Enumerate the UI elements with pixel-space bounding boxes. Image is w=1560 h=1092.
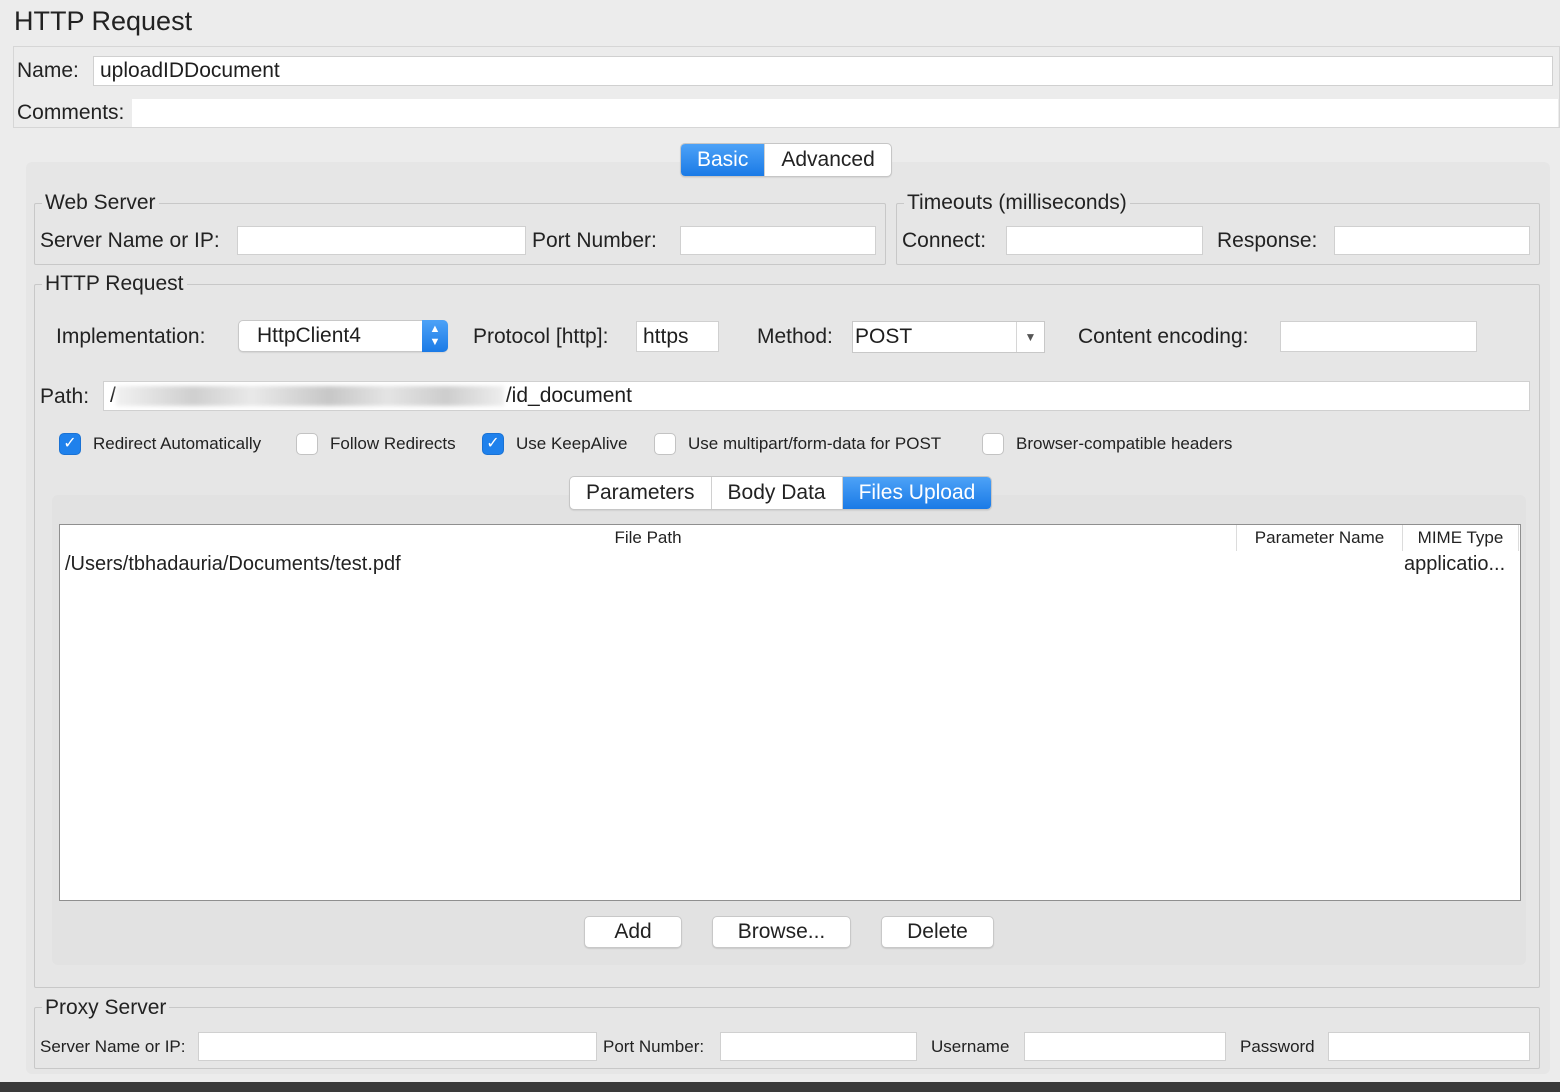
sub-tab-bar: Parameters Body Data Files Upload (569, 476, 993, 510)
use-keepalive-checkbox[interactable]: ✓ Use KeepAlive (482, 433, 628, 455)
timeouts-legend: Timeouts (milliseconds) (904, 191, 1130, 215)
checkbox-empty-icon (654, 433, 676, 455)
redirect-automatically-checkbox[interactable]: ✓ Redirect Automatically (59, 433, 261, 455)
tab-basic[interactable]: Basic (681, 144, 766, 176)
proxy-username-input[interactable] (1024, 1032, 1226, 1061)
checkbox-empty-icon (982, 433, 1004, 455)
table-cell-mime-type[interactable]: applicatio... (1404, 553, 1505, 576)
response-label: Response: (1217, 229, 1318, 252)
delete-button[interactable]: Delete (881, 916, 994, 948)
name-label: Name: (17, 59, 79, 82)
server-name-input[interactable] (237, 226, 526, 255)
http-request-legend: HTTP Request (42, 272, 187, 296)
path-value: /id_document (505, 384, 632, 407)
web-server-legend: Web Server (42, 191, 159, 215)
implementation-label: Implementation: (56, 325, 206, 348)
up-down-arrows-icon: ▲ ▼ (422, 320, 448, 352)
files-table[interactable]: File Path Parameter Name MIME Type /User… (59, 524, 1521, 901)
comments-field[interactable] (132, 99, 1558, 127)
port-number-input[interactable] (680, 226, 876, 255)
port-number-label: Port Number: (532, 229, 657, 252)
protocol-input[interactable]: https (636, 321, 719, 352)
method-select[interactable]: POST ▼ (852, 321, 1045, 353)
follow-redirects-checkbox[interactable]: Follow Redirects (296, 433, 456, 455)
method-value: POST (855, 325, 913, 348)
content-encoding-label: Content encoding: (1078, 325, 1249, 348)
column-header-mime-type[interactable]: MIME Type (1403, 525, 1519, 551)
column-header-parameter-name[interactable]: Parameter Name (1237, 525, 1403, 551)
comments-label: Comments: (17, 101, 125, 124)
dropdown-arrow-icon: ▼ (1016, 322, 1044, 352)
top-tab-bar: Basic Advanced (680, 143, 892, 177)
proxy-password-label: Password (1240, 1037, 1315, 1056)
implementation-combo[interactable]: HttpClient4 ▲ ▼ (238, 320, 448, 352)
browse-button[interactable]: Browse... (712, 916, 851, 948)
tab-files-upload[interactable]: Files Upload (842, 477, 992, 509)
proxy-server-legend: Proxy Server (42, 996, 170, 1020)
proxy-port-input[interactable] (720, 1032, 917, 1061)
checkmark-icon: ✓ (59, 433, 81, 455)
use-multipart-checkbox[interactable]: Use multipart/form-data for POST (654, 433, 941, 455)
protocol-label: Protocol [http]: (473, 325, 609, 348)
redacted-host (115, 386, 504, 407)
path-input[interactable]: //id_document (103, 381, 1530, 411)
checkmark-icon: ✓ (482, 433, 504, 455)
connect-label: Connect: (902, 229, 987, 252)
server-name-label: Server Name or IP: (40, 229, 220, 252)
tab-advanced[interactable]: Advanced (765, 144, 890, 176)
window-bottom-bar (0, 1082, 1560, 1092)
content-encoding-input[interactable] (1280, 321, 1477, 352)
connect-input[interactable] (1006, 226, 1203, 255)
table-cell-file-path[interactable]: /Users/tbhadauria/Documents/test.pdf (65, 553, 401, 576)
tab-parameters[interactable]: Parameters (570, 477, 712, 509)
checkbox-empty-icon (296, 433, 318, 455)
proxy-username-label: Username (931, 1037, 1010, 1056)
response-input[interactable] (1334, 226, 1530, 255)
column-header-file-path[interactable]: File Path (60, 525, 1237, 551)
add-button[interactable]: Add (584, 916, 682, 948)
tab-body-data[interactable]: Body Data (712, 477, 843, 509)
browser-compatible-headers-checkbox[interactable]: Browser-compatible headers (982, 433, 1232, 455)
path-label: Path: (40, 385, 90, 408)
page-title: HTTP Request (14, 6, 193, 36)
implementation-value: HttpClient4 (257, 324, 361, 347)
proxy-port-label: Port Number: (603, 1037, 705, 1056)
proxy-password-input[interactable] (1328, 1032, 1530, 1061)
name-field[interactable]: uploadIDDocument (93, 56, 1553, 86)
proxy-server-name-label: Server Name or IP: (40, 1037, 186, 1056)
proxy-server-name-input[interactable] (198, 1032, 597, 1061)
method-label: Method: (757, 325, 833, 348)
